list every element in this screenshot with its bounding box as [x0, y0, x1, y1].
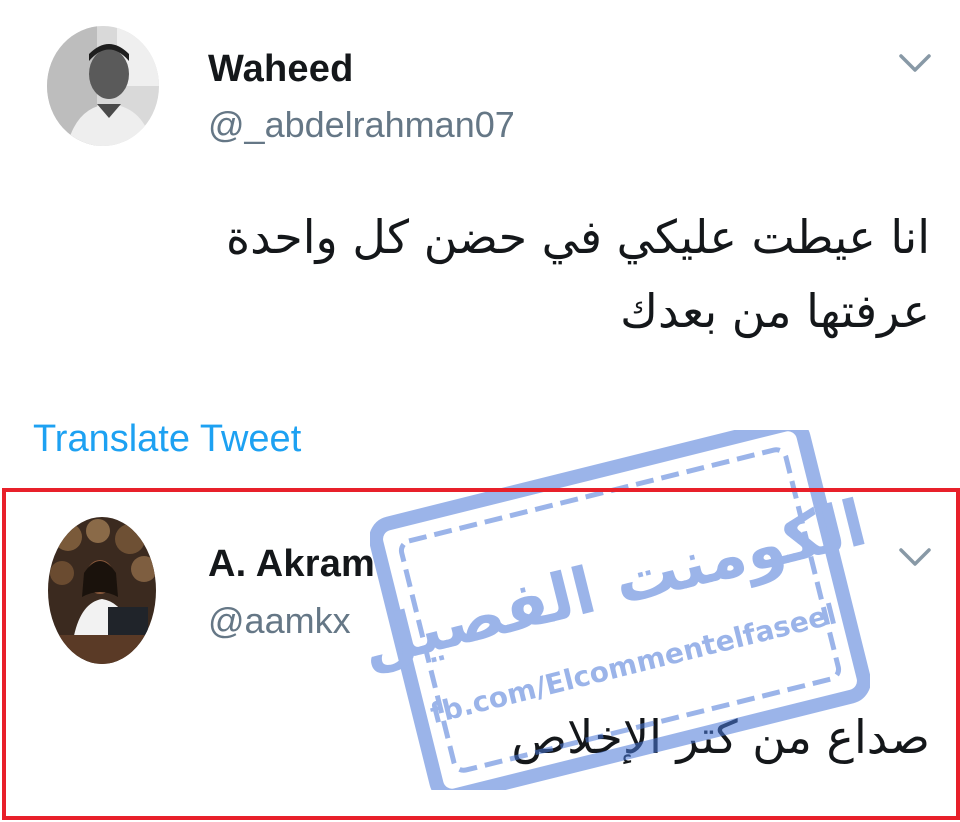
watermark-arabic-text: الكومنت الفصيل — [370, 486, 870, 683]
tweet-text-line: عرفتها من بعدك — [620, 284, 930, 338]
user-handle[interactable]: @aamkx — [208, 600, 351, 642]
tweet-text: صداع من كتر الإخلاص — [511, 710, 930, 764]
chevron-down-icon[interactable] — [898, 546, 932, 568]
display-name[interactable]: A. Akram — [208, 543, 375, 586]
screenshot-page: Waheed @_abdelrahman07 انا عيطت عليكي في… — [0, 0, 960, 822]
translate-tweet-link[interactable]: Translate Tweet — [33, 418, 301, 461]
tweet-text-line: انا عيطت عليكي في حضن كل واحدة — [226, 210, 930, 264]
avatar-photo-akram — [48, 517, 156, 664]
avatar[interactable] — [47, 26, 159, 146]
display-name[interactable]: Waheed — [208, 48, 353, 91]
chevron-down-icon[interactable] — [898, 52, 932, 74]
avatar[interactable] — [48, 517, 156, 664]
tweet-text: انا عيطت عليكي في حضن كل واحدة عرفتها من… — [150, 200, 930, 348]
user-handle[interactable]: @_abdelrahman07 — [208, 104, 515, 146]
avatar-photo-waheed — [47, 26, 159, 146]
